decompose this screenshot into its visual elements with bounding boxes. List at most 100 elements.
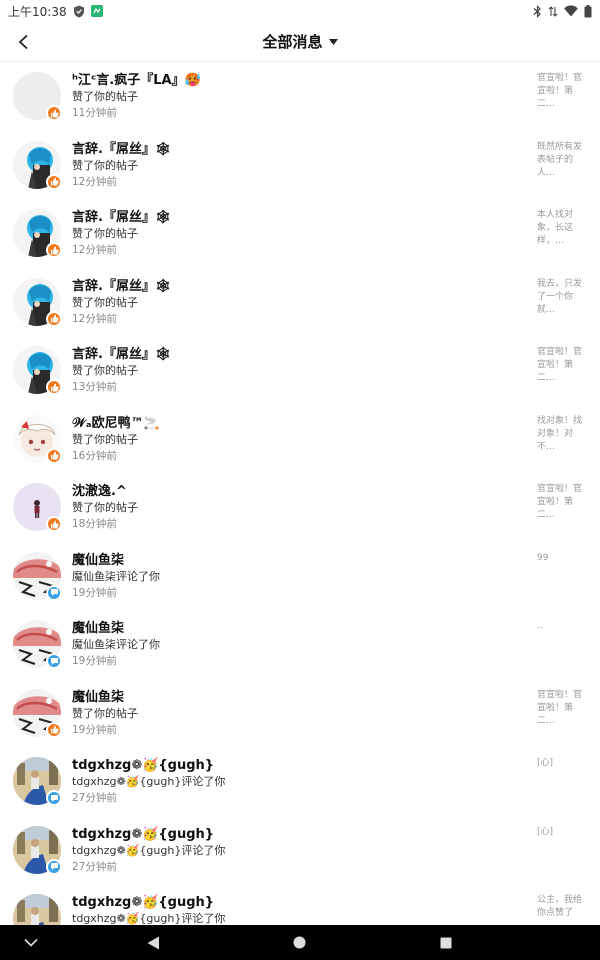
app-icon (90, 5, 103, 17)
thumbs-up-icon (50, 725, 59, 734)
action-text: 赞了你的帖子 (72, 501, 138, 514)
message-row[interactable]: 魔仙鱼柒 魔仙鱼柒评论了你 19分钟前 .. (0, 611, 600, 680)
post-preview[interactable]: 本人找对象，长这样，… (537, 209, 587, 248)
post-preview[interactable]: 官宣啦！官宣啦！第二… (537, 72, 587, 111)
timestamp: 12分钟前 (72, 175, 117, 188)
action-text: 赞了你的帖子 (72, 295, 138, 309)
post-preview[interactable]: 官宣啦！官宣啦！第二… (537, 483, 587, 522)
timestamp: 12分钟前 (72, 312, 117, 325)
message-row[interactable]: 言辞.『屌丝』🕸 赞了你的帖子 12分钟前 本人找对象，长这样，… (0, 200, 600, 269)
action-text: 赞了你的帖子 (72, 364, 138, 377)
post-preview[interactable]: 99 (537, 552, 587, 565)
message-row[interactable]: ʰ江ᶜ言.疯子『LA』🥵 赞了你的帖子 11分钟前 官宣啦！官宣啦！第二… (0, 63, 600, 132)
timestamp: 19分钟前 (72, 655, 117, 667)
recents-nav-button[interactable] (433, 925, 459, 960)
sender-name[interactable]: 言辞.『屌丝』🕸 (72, 141, 512, 158)
battery-icon (584, 4, 592, 18)
like-badge-icon (46, 310, 62, 327)
action-text: 魔仙鱼柒评论了你 (72, 569, 160, 583)
comment-badge-icon (46, 858, 62, 875)
comment-bubble-icon (50, 863, 58, 870)
thumbs-up-icon (50, 177, 59, 186)
timestamp: 16分钟前 (72, 449, 117, 462)
timestamp: 12分钟前 (72, 244, 117, 256)
post-preview[interactable]: 官宣啦！官宣啦！第二… (537, 346, 587, 385)
back-nav-button[interactable] (140, 925, 166, 960)
keyboard-hide-button[interactable] (18, 925, 44, 960)
post-preview[interactable]: 公主，我给你点赞了 (537, 894, 587, 920)
message-row[interactable]: 言辞.『屌丝』🕸 赞了你的帖子 12分钟前 我去，只发了一个你就… (0, 269, 600, 338)
status-time: 上午10:38 (8, 4, 67, 19)
action-text: 赞了你的帖子 (72, 227, 138, 240)
like-badge-icon (46, 173, 62, 190)
action-text: tdgxhzg❁🥳{gugh}评论了你 (72, 912, 226, 925)
post-preview[interactable]: 官宣啦！官宣啦！第二… (537, 689, 587, 728)
message-row[interactable]: 言辞.『屌丝』🕸 赞了你的帖子 13分钟前 官宣啦！官宣啦！第二… (0, 337, 600, 406)
keyboard-hide-icon (24, 938, 38, 947)
sender-name[interactable]: 魔仙鱼柒 (72, 620, 512, 637)
sender-name[interactable]: 言辞.『屌丝』🕸 (72, 278, 512, 295)
sender-name[interactable]: 魔仙鱼柒 (72, 689, 512, 706)
filter-dropdown[interactable]: 全部消息 (262, 31, 338, 52)
sender-name[interactable]: tdgxhzg❁🥳{gugh} (72, 894, 512, 911)
wifi-icon (564, 5, 578, 17)
like-badge-icon (46, 242, 62, 258)
thumbs-up-icon (50, 246, 59, 254)
like-badge-icon (46, 447, 62, 464)
back-button[interactable] (10, 28, 38, 56)
recents-square-icon (440, 937, 452, 948)
message-row[interactable]: tdgxhzg❁🥳{gugh} tdgxhzg❁🥳{gugh}评论了你 公主，我… (0, 885, 600, 925)
status-bar: 上午10:38 (0, 0, 600, 22)
shield-icon (73, 5, 85, 18)
action-text: 赞了你的帖子 (72, 90, 138, 103)
page-title: 全部消息 (262, 33, 323, 51)
post-preview[interactable]: [心] (537, 826, 587, 839)
sender-name[interactable]: ʰ江ᶜ言.疯子『LA』🥵 (72, 72, 512, 89)
sender-name[interactable]: 言辞.『屌丝』🕸 (72, 209, 512, 226)
message-list[interactable]: ʰ江ᶜ言.疯子『LA』🥵 赞了你的帖子 11分钟前 官宣啦！官宣啦！第二… 言辞… (0, 63, 600, 925)
sender-name[interactable]: 沈澈逸.^ (72, 483, 512, 500)
post-preview[interactable]: .. (537, 620, 587, 633)
avatar[interactable] (13, 894, 61, 925)
timestamp: 18分钟前 (72, 518, 117, 530)
action-text: tdgxhzg❁🥳{gugh}评论了你 (72, 843, 226, 857)
action-text: 赞了你的帖子 (72, 432, 138, 446)
post-preview[interactable]: 既然所有发表帖子的人… (537, 141, 587, 180)
back-triangle-icon (147, 936, 159, 949)
system-nav-bar (0, 925, 600, 960)
sender-name[interactable]: 言辞.『屌丝』🕸 (72, 346, 512, 363)
comment-bubble-icon (50, 794, 58, 802)
action-text: 赞了你的帖子 (72, 158, 138, 172)
thumbs-up-icon (50, 109, 59, 117)
post-preview[interactable]: 我去，只发了一个你就… (537, 278, 587, 317)
post-preview[interactable]: 找对象！找对象！对不… (537, 415, 587, 454)
message-row[interactable]: 𝒲ₐ欧尼鸭™🚬 赞了你的帖子 16分钟前 找对象！找对象！对不… (0, 406, 600, 475)
comment-badge-icon (46, 790, 62, 806)
action-text: 魔仙鱼柒评论了你 (72, 638, 160, 651)
caret-down-icon (328, 38, 338, 45)
message-row[interactable]: tdgxhzg❁🥳{gugh} tdgxhzg❁🥳{gugh}评论了你 27分钟… (0, 748, 600, 817)
timestamp: 11分钟前 (72, 107, 117, 119)
data-arrows-icon (548, 5, 558, 18)
thumbs-up-icon (50, 314, 59, 323)
action-text: 赞了你的帖子 (72, 706, 138, 720)
header: 全部消息 (0, 22, 600, 62)
sender-name[interactable]: tdgxhzg❁🥳{gugh} (72, 757, 512, 774)
home-nav-button[interactable] (286, 925, 312, 960)
sender-name[interactable]: 魔仙鱼柒 (72, 552, 512, 569)
message-row[interactable]: 魔仙鱼柒 赞了你的帖子 19分钟前 官宣啦！官宣啦！第二… (0, 680, 600, 749)
sender-name[interactable]: tdgxhzg❁🥳{gugh} (72, 826, 512, 843)
like-badge-icon (46, 721, 62, 738)
action-text: tdgxhzg❁🥳{gugh}评论了你 (72, 775, 226, 788)
comment-badge-icon (46, 584, 62, 601)
sender-name[interactable]: 𝒲ₐ欧尼鸭™🚬 (72, 415, 512, 432)
message-row[interactable]: 言辞.『屌丝』🕸 赞了你的帖子 12分钟前 既然所有发表帖子的人… (0, 132, 600, 201)
message-row[interactable]: 魔仙鱼柒 魔仙鱼柒评论了你 19分钟前 99 (0, 543, 600, 612)
comment-bubble-icon (50, 657, 58, 665)
comment-bubble-icon (50, 589, 58, 596)
thumbs-up-icon (50, 383, 59, 391)
post-preview[interactable]: [心] (537, 757, 587, 770)
home-circle-icon (293, 936, 305, 949)
message-row[interactable]: 沈澈逸.^ 赞了你的帖子 18分钟前 官宣啦！官宣啦！第二… (0, 474, 600, 543)
message-row[interactable]: tdgxhzg❁🥳{gugh} tdgxhzg❁🥳{gugh}评论了你 27分钟… (0, 817, 600, 886)
